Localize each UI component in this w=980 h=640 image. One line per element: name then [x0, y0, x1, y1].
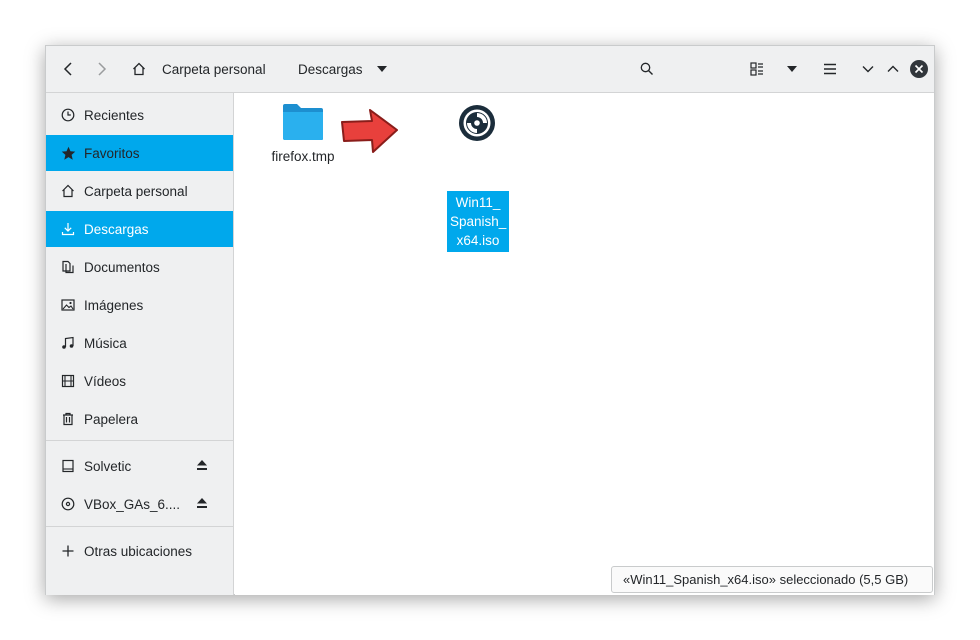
folder-icon — [283, 104, 323, 140]
sidebar-item-imagenes[interactable]: Imágenes — [46, 287, 233, 323]
red-arrow-icon — [341, 109, 398, 153]
music-icon — [60, 335, 76, 351]
star-icon — [60, 145, 76, 161]
search-button[interactable] — [636, 57, 658, 81]
file-manager-window: Carpeta personal Descargas Recientes Fav… — [45, 45, 935, 595]
trash-icon — [60, 411, 76, 427]
file-name: firefox.tmp — [271, 149, 335, 164]
caret-down-icon — [787, 66, 797, 72]
sidebar-item-descargas[interactable]: Descargas — [46, 211, 233, 247]
file-view[interactable]: firefox.tmp Win11_ Spanish_ x64.iso — [235, 93, 934, 595]
sidebar-item-label: Recientes — [84, 107, 145, 123]
maximize-icon — [887, 65, 899, 72]
sidebar-item-favoritos[interactable]: Favoritos — [46, 135, 233, 171]
path-button-descargas[interactable]: Descargas — [298, 57, 392, 81]
sidebar-separator — [46, 526, 233, 527]
minimize-icon — [862, 66, 874, 73]
sidebar-item-label: Favoritos — [84, 145, 140, 161]
forward-button[interactable] — [92, 57, 112, 81]
hamburger-menu-icon — [824, 63, 836, 75]
sidebar-item-otras-ubicaciones[interactable]: Otras ubicaciones — [46, 533, 233, 569]
video-icon — [60, 373, 76, 389]
documents-icon — [60, 259, 76, 275]
menu-button[interactable] — [819, 57, 841, 81]
disc-icon — [60, 496, 76, 512]
close-button[interactable] — [909, 57, 929, 81]
sidebar-item-label: Documentos — [84, 259, 160, 275]
file-name-line: Spanish_ — [450, 214, 507, 229]
view-mode-button[interactable] — [746, 57, 768, 81]
plus-icon — [60, 543, 76, 559]
sidebar-item-label: Imágenes — [84, 297, 144, 313]
sidebar-item-recientes[interactable]: Recientes — [46, 97, 233, 133]
drive-icon — [60, 458, 76, 474]
sidebar-item-musica[interactable]: Música — [46, 325, 233, 361]
eject-icon[interactable] — [196, 459, 208, 474]
path-label-current: Descargas — [298, 61, 363, 77]
file-name-line: x64.iso — [456, 233, 500, 248]
caret-down-icon — [376, 66, 387, 72]
sidebar-item-solvetic[interactable]: Solvetic — [46, 448, 233, 484]
header-bar: Carpeta personal Descargas — [46, 46, 934, 93]
sidebar-item-vbox[interactable]: VBox_GAs_6.... — [46, 486, 233, 522]
minimize-button[interactable] — [858, 57, 878, 81]
path-button-home[interactable]: Carpeta personal — [132, 57, 272, 81]
places-sidebar: Recientes Favoritos Carpeta personal Des… — [46, 93, 234, 595]
status-text: «Win11_Spanish_x64.iso» seleccionado (5,… — [623, 572, 909, 587]
view-grid-icon — [750, 62, 763, 76]
close-icon — [910, 60, 928, 78]
sidebar-item-label: Carpeta personal — [84, 183, 188, 199]
image-icon — [60, 297, 76, 313]
sidebar-item-videos[interactable]: Vídeos — [46, 363, 233, 399]
path-label-home: Carpeta personal — [162, 61, 266, 77]
sidebar-item-label: Vídeos — [84, 373, 127, 389]
chevron-right-icon — [98, 62, 107, 76]
file-name-selected: Win11_ Spanish_ x64.iso — [447, 191, 509, 252]
sidebar-item-label: Música — [84, 335, 127, 351]
download-icon — [60, 221, 76, 237]
chevron-left-icon — [63, 62, 72, 76]
sidebar-item-carpeta-personal[interactable]: Carpeta personal — [46, 173, 233, 209]
view-options-button[interactable] — [782, 57, 802, 81]
sidebar-item-papelera[interactable]: Papelera — [46, 401, 233, 437]
sidebar-item-label: Descargas — [84, 221, 149, 237]
maximize-button[interactable] — [883, 57, 903, 81]
search-icon — [640, 62, 653, 75]
eject-icon[interactable] — [196, 497, 208, 512]
clock-icon — [60, 107, 76, 123]
sidebar-separator — [46, 440, 233, 441]
sidebar-item-label: Papelera — [84, 411, 139, 427]
sidebar-item-documentos[interactable]: Documentos — [46, 249, 233, 285]
sidebar-item-label: Otras ubicaciones — [84, 543, 193, 559]
file-name-line: Win11_ — [455, 195, 501, 210]
back-button[interactable] — [58, 57, 78, 81]
disc-image-icon — [459, 105, 495, 141]
home-icon — [60, 183, 76, 199]
status-floating-bar: «Win11_Spanish_x64.iso» seleccionado (5,… — [611, 566, 933, 593]
sidebar-item-label: Solvetic — [84, 458, 132, 474]
sidebar-item-label: VBox_GAs_6.... — [84, 496, 181, 512]
home-icon — [133, 62, 145, 76]
